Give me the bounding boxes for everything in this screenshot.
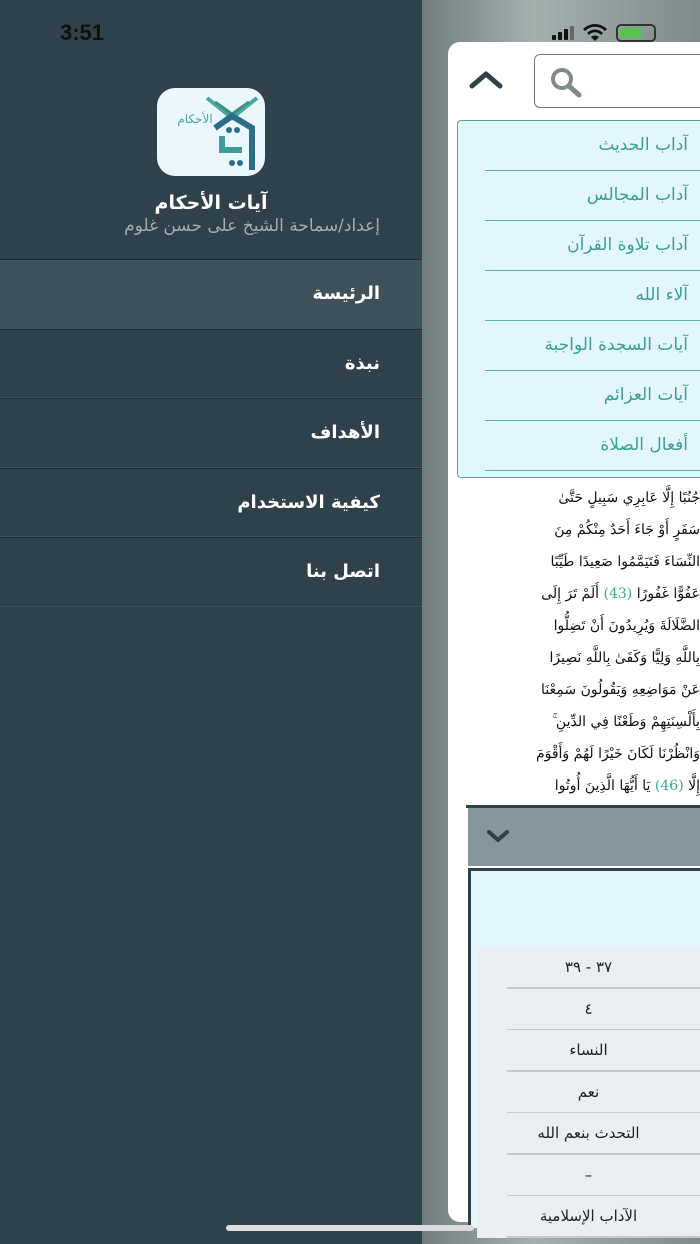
search-input[interactable] (534, 54, 700, 108)
verse-text: الضَّلَالَةَ وَيُرِيدُونَ أَنْ تَضِلُّوا (553, 618, 700, 634)
quran-line: وَانْظُرْنَا لَكَانَ خَيْرًا لَهُمْ وَأَ… (466, 738, 700, 770)
dropdown-item-label: آداب تلاوة القرآن (567, 235, 688, 255)
battery-icon (616, 24, 656, 42)
details-row: نعم (477, 1072, 700, 1114)
dropdown-item-label: أفعال الصلاة (600, 435, 688, 455)
sidebar-item-label: الأهداف (310, 422, 380, 443)
quran-line: النِّسَاءَ فَتَيَمَّمُوا صَعِيدًا طَيِّب… (466, 546, 700, 578)
verse-number: (46) (654, 778, 684, 794)
sidebar-menu: الرئيسة نبذة الأهداف كيفية الاستخدام اتص… (0, 259, 422, 607)
dropdown-item-label: آيات السجدة الواجبة (544, 335, 688, 355)
quran-line: إِلَّا (46) يَا أَيُّهَا الَّذِينَ أُوتُ… (466, 770, 700, 802)
dropdown-item-label: آيات العزائم (603, 385, 688, 405)
svg-text:الأحكام: الأحكام (177, 111, 212, 126)
details-row: ٤ (477, 989, 700, 1031)
quran-line: بِأَلْسِنَتِهِمْ وَطَعْنًا فِي الدِّينِ … (466, 706, 700, 738)
details-row: النساء (477, 1030, 700, 1072)
dropdown-item[interactable]: آيات العزائم (458, 371, 700, 421)
app-logo: الأحكام (157, 88, 265, 176)
verse-text: أَلَمْ تَرَ إِلَى (541, 586, 604, 602)
dropdown-item[interactable]: آداب الحديث (458, 121, 700, 171)
sidebar-item-label: اتصل بنا (306, 561, 380, 582)
details-value: ٤ (584, 999, 593, 1018)
quran-text: جُنُبًا إِلَّا عَابِرِي سَبِيلٍ حَتَّىٰ س… (466, 482, 700, 808)
topic-dropdown-list: آداب الحديث آداب المجالس آداب تلاوة القرآن… (457, 120, 700, 478)
details-value: التحدث بنعم الله (537, 1124, 640, 1142)
quran-line: جُنُبًا إِلَّا عَابِرِي سَبِيلٍ حَتَّىٰ (466, 482, 700, 514)
details-table: ٣٧ - ٣٩ ٤ النساء نعم التحدث بنعم الله – الآداب… (468, 868, 700, 1238)
quran-line: بِاللَّهِ وَلِيًّا وَكَفَىٰ بِاللَّهِ نَ… (466, 642, 700, 674)
dropdown-item[interactable]: آداب تلاوة القرآن (458, 221, 700, 271)
dropdown-item[interactable]: آلاء الله (458, 271, 700, 321)
verse-text: بِأَلْسِنَتِهِمْ وَطَعْنًا فِي الدِّينِ … (552, 714, 700, 730)
details-row: ٣٧ - ٣٩ (477, 947, 700, 989)
sidebar-item-home[interactable]: الرئيسة (0, 259, 422, 329)
sidebar: 3:51 الأحكام آيات الأحكام إعداد/سماحة ال… (0, 0, 422, 1244)
sidebar-item-goals[interactable]: الأهداف (0, 398, 422, 468)
verse-text: عَنْ مَوَاضِعِهِ وَيَقُولُونَ سَمِعْنَا (541, 682, 700, 698)
verse-text: جُنُبًا إِلَّا عَابِرِي سَبِيلٍ حَتَّىٰ (558, 490, 700, 506)
verse-text: يَا أَيُّهَا الَّذِينَ أُوتُوا (554, 778, 655, 794)
verse-text: النِّسَاءَ فَتَيَمَّمُوا صَعِيدًا طَيِّب… (550, 554, 700, 570)
verse-text: عَفُوًّا غَفُورًا (632, 586, 700, 602)
main-panel: آداب الحديث آداب المجالس آداب تلاوة القرآن… (448, 42, 700, 1238)
wifi-icon (583, 24, 607, 41)
details-value: نعم (577, 1082, 600, 1101)
details-row: – (477, 1155, 700, 1197)
sidebar-item-label: نبذة (344, 352, 380, 374)
details-row: التحدث بنعم الله (477, 1113, 700, 1155)
quran-line: عَفُوًّا غَفُورًا (43) أَلَمْ تَرَ إِلَى (466, 578, 700, 610)
verse-number: (43) (603, 586, 633, 602)
app-subtitle: إعداد/سماحة الشيخ على حسن غلوم (124, 216, 380, 236)
sidebar-item-label: الرئيسة (312, 283, 380, 304)
details-value: – (584, 1165, 593, 1184)
dropdown-item[interactable]: آيات السجدة الواجبة (458, 321, 700, 371)
sidebar-item-contact[interactable]: اتصل بنا (0, 537, 422, 607)
details-toolbar[interactable] (468, 808, 700, 866)
dropdown-item[interactable]: أفعال الصلاة (458, 421, 700, 471)
chevron-down-icon[interactable] (486, 828, 510, 844)
details-value: الآداب الإسلامية (539, 1207, 638, 1225)
dropdown-item-label: آداب الحديث (598, 135, 688, 155)
collapse-button[interactable] (468, 64, 504, 94)
search-icon (551, 68, 582, 98)
sidebar-item-label: كيفية الاستخدام (237, 491, 380, 513)
sidebar-item-how-to-use[interactable]: كيفية الاستخدام (0, 467, 422, 537)
details-value: النساء (569, 1041, 608, 1059)
app-title: آيات الأحكام (154, 192, 268, 214)
details-row: الآداب الإسلامية (477, 1196, 700, 1238)
dropdown-item-label: آلاء الله (635, 285, 688, 305)
sidebar-item-about[interactable]: نبذة (0, 328, 422, 398)
quran-line: الضَّلَالَةَ وَيُرِيدُونَ أَنْ تَضِلُّوا (466, 610, 700, 642)
verse-text: وَانْظُرْنَا لَكَانَ خَيْرًا لَهُمْ وَأَ… (535, 746, 700, 762)
status-icons (552, 24, 656, 42)
status-time: 3:51 (60, 20, 105, 45)
verse-text: بِاللَّهِ وَلِيًّا وَكَفَىٰ بِاللَّهِ نَ… (549, 650, 700, 666)
signal-icon (552, 26, 574, 40)
home-indicator[interactable] (226, 1225, 474, 1231)
chevron-up-icon (469, 71, 503, 89)
verse-text: إِلَّا (683, 778, 700, 794)
verse-text: سَفَرٍ أَوْ جَاءَ أَحَدٌ مِنْكُمْ مِنَ (554, 522, 700, 538)
quran-line: سَفَرٍ أَوْ جَاءَ أَحَدٌ مِنْكُمْ مِنَ (466, 514, 700, 546)
dropdown-item[interactable]: آداب المجالس (458, 171, 700, 221)
dropdown-item-label: آداب المجالس (586, 185, 688, 205)
quran-line: عَنْ مَوَاضِعِهِ وَيَقُولُونَ سَمِعْنَا (466, 674, 700, 706)
details-value: ٣٧ - ٣٩ (564, 958, 613, 976)
